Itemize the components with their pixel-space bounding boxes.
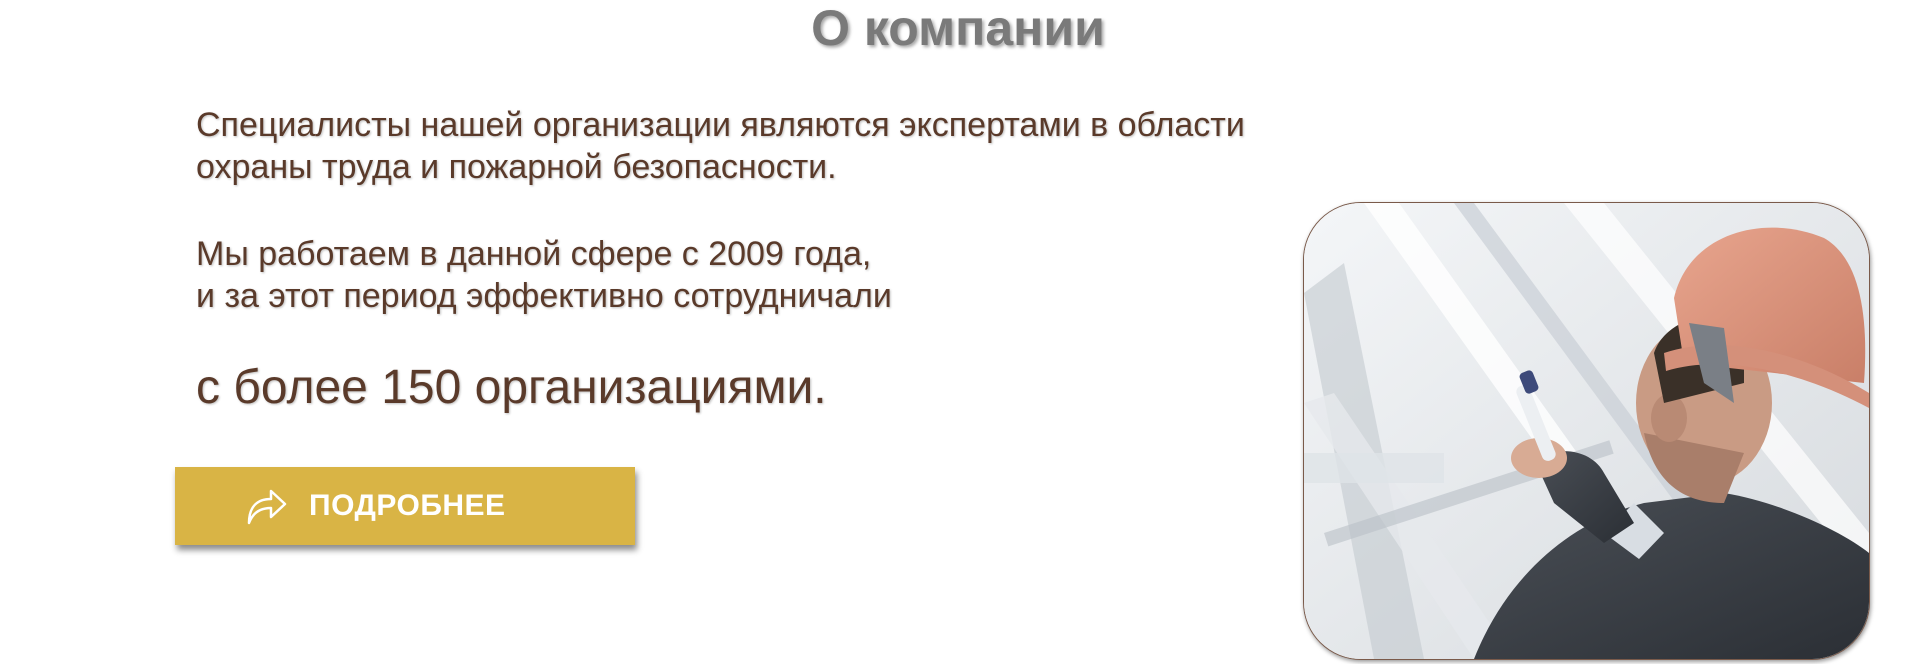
experience-line-1: Мы работаем в данной сфере с 2009 года,: [196, 235, 872, 273]
section-title: О компании: [811, 0, 1105, 56]
more-button[interactable]: ПОДРОБНЕЕ: [175, 467, 635, 545]
intro-line-1: Специалисты нашей организации являются э…: [196, 106, 1245, 144]
experience-paragraph: Мы работаем в данной сфере с 2009 года, …: [196, 233, 892, 317]
more-button-label: ПОДРОБНЕЕ: [309, 489, 506, 522]
highlight-text: с более 150 организациями.: [196, 361, 827, 414]
share-arrow-icon: [243, 483, 289, 529]
intro-line-2: охраны труда и пожарной безопасности.: [196, 148, 837, 186]
intro-paragraph: Специалисты нашей организации являются э…: [196, 104, 1245, 188]
engineer-photo: [1303, 202, 1870, 660]
experience-line-2: и за этот период эффективно сотрудничали: [196, 277, 892, 315]
